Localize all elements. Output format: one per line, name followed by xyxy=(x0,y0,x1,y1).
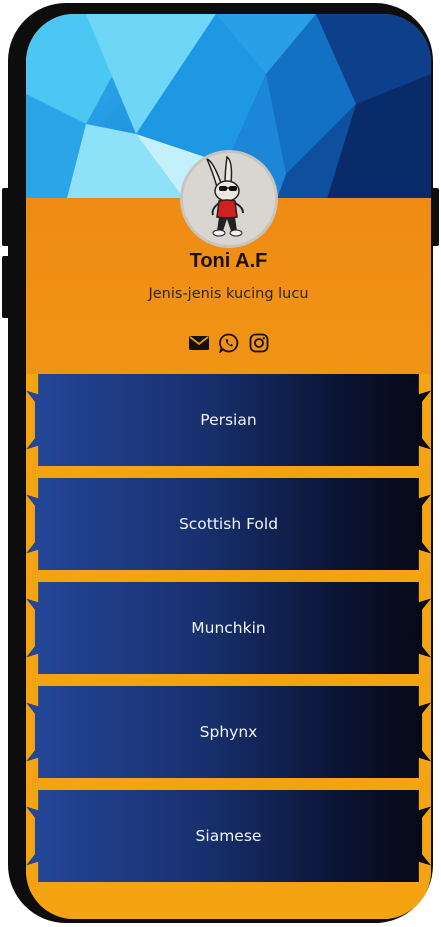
link-label: Siamese xyxy=(195,827,262,845)
profile-name: Toni A.F xyxy=(189,250,268,272)
link-label: Munchkin xyxy=(191,619,266,637)
link-button-persian[interactable]: Persian xyxy=(26,374,431,466)
phone-frame: Toni A.F Jenis-jenis kucing lucu Persian… xyxy=(8,3,433,923)
email-icon[interactable] xyxy=(188,332,210,354)
link-button-siamese[interactable]: Siamese xyxy=(26,790,431,882)
link-label: Sphynx xyxy=(199,723,258,741)
phone-screen: Toni A.F Jenis-jenis kucing lucu Persian… xyxy=(26,14,431,919)
link-label: Scottish Fold xyxy=(178,515,279,533)
link-button-scottish-fold[interactable]: Scottish Fold xyxy=(26,478,431,570)
link-button-sphynx[interactable]: Sphynx xyxy=(26,686,431,778)
social-links xyxy=(26,332,431,354)
profile-tagline: Jenis-jenis kucing lucu xyxy=(148,286,309,302)
whatsapp-icon[interactable] xyxy=(218,332,240,354)
link-list: Persian Scottish Fold Munchkin Sphynx Si… xyxy=(26,374,431,919)
avatar xyxy=(180,150,278,248)
link-label: Persian xyxy=(200,411,257,429)
rabbit-avatar-icon xyxy=(183,153,275,245)
link-button-munchkin[interactable]: Munchkin xyxy=(26,582,431,674)
instagram-icon[interactable] xyxy=(248,332,270,354)
